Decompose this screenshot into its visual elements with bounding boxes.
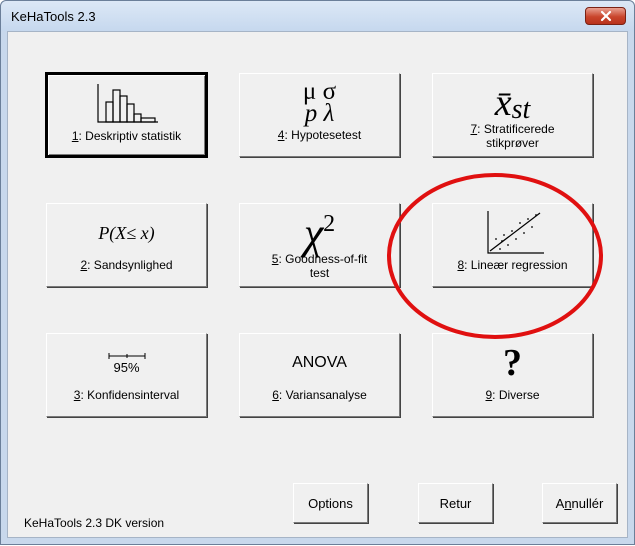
chi-squared-icon: χ2: [303, 208, 336, 258]
miscellaneous-button[interactable]: ? 9: Diverse: [432, 333, 593, 417]
anova-button[interactable]: ANOVA 6: Variansanalyse: [239, 333, 400, 417]
mu-sigma-p-lambda-icon: μ σ p λ: [302, 78, 337, 127]
probability-button[interactable]: P(X≤ x) 2: Sandsynlighed: [46, 203, 207, 287]
descriptive-statistics-label: 1: Deskriptiv statistik: [71, 129, 182, 143]
goodness-of-fit-button[interactable]: χ2 5: Goodness-of-fit test: [239, 203, 400, 287]
close-button[interactable]: [585, 7, 626, 25]
anova-label: 6: Variansanalyse: [272, 388, 367, 402]
dialog-client-area: 1: Deskriptiv statistik μ σ p λ 4: Hypot…: [7, 31, 628, 538]
cancel-button[interactable]: An nullér: [542, 483, 617, 523]
confidence-interval-icon: 95%: [47, 340, 206, 386]
linear-regression-label: 8: Lineær regression: [457, 258, 568, 272]
anova-icon: ANOVA: [292, 354, 347, 371]
hypothesis-test-button[interactable]: μ σ p λ 4: Hypotesetest: [239, 73, 400, 157]
hypothesis-test-label: 4: Hypotesetest: [277, 128, 362, 142]
dialog-window: KeHaTools 2.3 1: Deskriptiv statistik μ …: [0, 0, 635, 545]
linear-regression-button[interactable]: 8: Lineær regression: [432, 203, 593, 287]
stratified-samples-label: 7: Stratificerede stikprøver: [470, 122, 555, 150]
return-button[interactable]: Retur: [418, 483, 493, 523]
miscellaneous-label: 9: Diverse: [485, 388, 540, 402]
window-title: KeHaTools 2.3: [11, 9, 96, 24]
close-icon: [600, 10, 611, 22]
descriptive-statistics-button[interactable]: 1: Deskriptiv statistik: [45, 72, 208, 158]
histogram-icon: [48, 81, 205, 127]
scatter-regression-icon: [433, 210, 592, 256]
probability-label: 2: Sandsynlighed: [80, 258, 173, 272]
goodness-of-fit-label: 5: Goodness-of-fit test: [271, 252, 368, 280]
version-text: KeHaTools 2.3 DK version: [24, 516, 165, 530]
stratified-samples-button[interactable]: x̄ st 7: Stratificerede stikprøver: [432, 73, 593, 157]
probability-formula-icon: P(X≤ x): [98, 222, 155, 243]
title-bar[interactable]: KeHaTools 2.3: [1, 1, 634, 31]
options-button[interactable]: Options: [293, 483, 368, 523]
confidence-interval-label: 3: Konfidensinterval: [73, 388, 180, 402]
confidence-interval-button[interactable]: 95% 3: Konfidensinterval: [46, 333, 207, 417]
x-bar-st-icon: x̄ st: [494, 82, 531, 125]
question-mark-icon: ?: [503, 342, 522, 384]
